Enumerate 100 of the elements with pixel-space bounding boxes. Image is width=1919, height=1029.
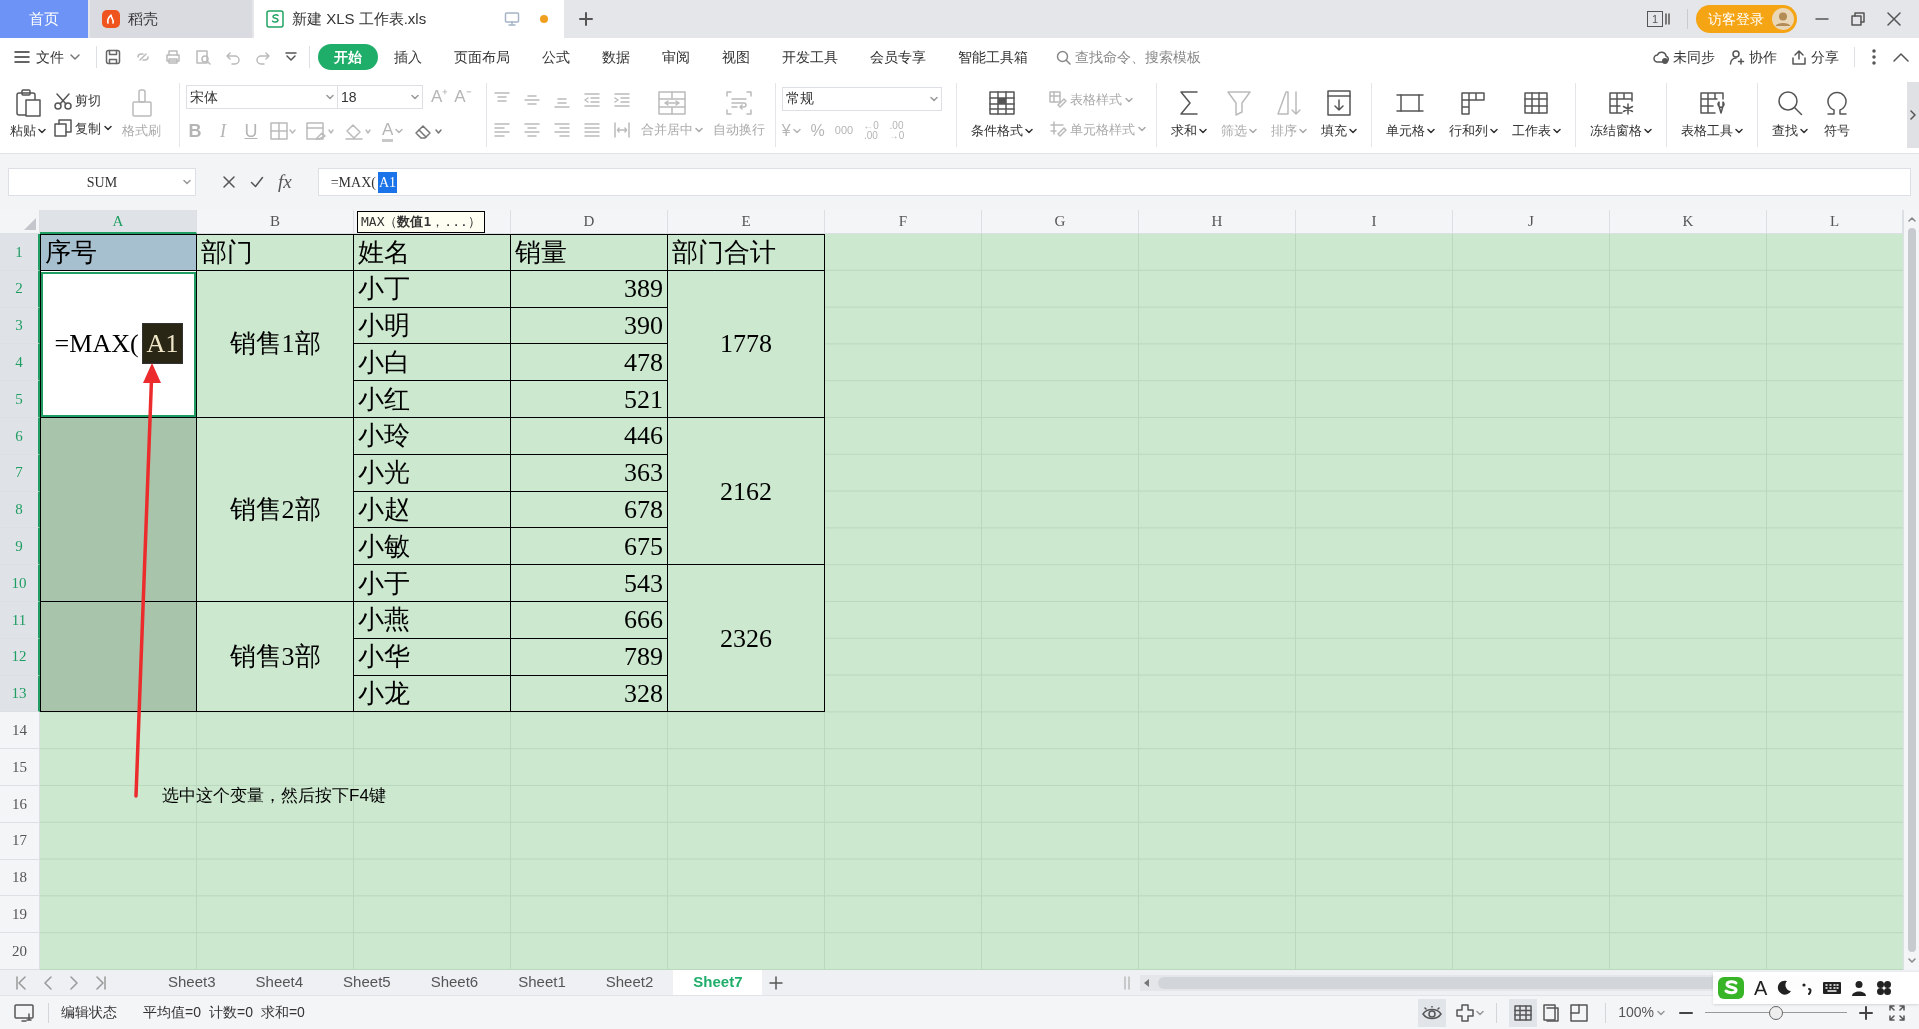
column-header[interactable]: B (197, 210, 354, 234)
sheet-tab[interactable]: Sheet4 (235, 970, 324, 995)
person-icon[interactable] (1851, 980, 1868, 996)
ribbon-tab[interactable]: 开发工具 (766, 44, 854, 70)
tool-button[interactable]: 工作表 (1507, 88, 1565, 141)
tool-button[interactable]: 表格工具 (1676, 88, 1747, 141)
fullscreen-icon[interactable] (1889, 1004, 1905, 1021)
insert-function-button[interactable]: fx (278, 167, 292, 197)
row-header[interactable]: 20 (0, 933, 40, 970)
cut-button[interactable]: 剪切 (54, 91, 112, 111)
ime-toolbar[interactable]: A (1713, 972, 1919, 1004)
redo-icon[interactable] (255, 49, 271, 65)
column-header[interactable]: D (511, 210, 668, 234)
scroll-left-icon[interactable] (1144, 978, 1150, 987)
row-header[interactable]: 16 (0, 785, 40, 823)
tool-button[interactable]: 条件格式 (966, 88, 1037, 141)
ribbon-scroll-button[interactable] (1907, 81, 1919, 148)
ribbon-tab[interactable]: 插入 (378, 44, 438, 70)
column-header[interactable]: I (1296, 210, 1453, 234)
ribbon-tab[interactable]: 数据 (586, 44, 646, 70)
next-sheet-icon[interactable] (70, 975, 78, 990)
window-count[interactable]: 1 (1646, 11, 1663, 27)
punctuation-icon[interactable] (1801, 981, 1814, 995)
file-menu[interactable]: 文件 (14, 46, 88, 68)
monitor-icon[interactable] (504, 11, 520, 27)
column-header[interactable]: G (982, 210, 1139, 234)
clover-icon[interactable] (1876, 980, 1893, 996)
paste-button[interactable]: 粘贴 (8, 88, 48, 141)
ribbon-tab[interactable]: 公式 (526, 44, 586, 70)
column-header[interactable]: E (668, 210, 825, 234)
column-header[interactable]: H (1139, 210, 1296, 234)
column-header[interactable]: L (1767, 210, 1903, 234)
tool-button[interactable]: 行和列 (1444, 88, 1502, 141)
collapse-icon[interactable] (1893, 52, 1909, 62)
cancel-icon[interactable] (222, 175, 236, 189)
last-sheet-icon[interactable] (96, 975, 106, 990)
keyboard-icon[interactable] (1822, 981, 1843, 995)
scroll-down-icon[interactable] (1907, 958, 1916, 964)
search-field[interactable]: 查找命令、搜索模板 (1075, 46, 1225, 68)
tool-button[interactable]: 单元格 (1381, 88, 1439, 141)
previous-sheet-icon[interactable] (44, 975, 52, 990)
print-preview-icon[interactable] (195, 49, 211, 65)
scrollbar-thumb[interactable] (1907, 228, 1916, 952)
sheet-tab[interactable]: Sheet2 (585, 970, 674, 995)
slider-thumb[interactable] (1769, 1005, 1783, 1020)
toolbar-action[interactable]: 协作 (1722, 46, 1784, 68)
first-sheet-icon[interactable] (16, 975, 26, 990)
row-header[interactable]: 19 (0, 896, 40, 934)
toolbar-action[interactable]: 未同步 (1646, 46, 1722, 68)
scroll-up-icon[interactable] (1907, 216, 1916, 222)
copy-button[interactable]: 复制 (54, 118, 112, 138)
tool-button[interactable]: 求和 (1166, 88, 1211, 141)
cell-editor[interactable]: =MAX( A1 (40, 270, 197, 418)
close-icon[interactable] (1887, 12, 1901, 26)
ribbon-tab[interactable]: 页面布局 (438, 44, 526, 70)
distribute-icon[interactable] (612, 120, 631, 139)
zoom-in-icon[interactable] (1859, 1005, 1873, 1020)
eraser-icon[interactable] (413, 122, 444, 141)
sheet-tab[interactable]: Sheet1 (498, 970, 586, 995)
chevron-down-icon[interactable] (285, 52, 297, 62)
sheet-tab[interactable]: Sheet5 (323, 970, 411, 995)
restore-icon[interactable] (1851, 12, 1865, 26)
check-icon[interactable] (250, 175, 264, 189)
normal-view-button[interactable] (1509, 998, 1538, 1027)
ribbon-tab[interactable]: 视图 (706, 44, 766, 70)
ribbon-tab[interactable]: 会员专享 (854, 44, 942, 70)
column-header[interactable]: J (1453, 210, 1610, 234)
printer-icon[interactable] (165, 49, 181, 65)
document-tab[interactable]: 新建 XLS 工作表.xls (254, 0, 564, 38)
tool-button[interactable]: 填充 (1316, 88, 1361, 141)
formula-input[interactable]: =MAX( A1 (317, 168, 1911, 196)
ribbon-tab[interactable]: 智能工具箱 (942, 44, 1044, 70)
save-icon[interactable] (105, 49, 121, 65)
store-tab[interactable]: 稻壳 (90, 0, 252, 38)
moon-icon[interactable] (1776, 980, 1793, 996)
tool-button[interactable]: 查找 (1767, 88, 1812, 141)
zoom-level-button[interactable]: 100% (1618, 1002, 1665, 1023)
sheet-tab[interactable]: Sheet6 (410, 970, 499, 995)
undo-icon[interactable] (225, 49, 241, 65)
ime-mode[interactable]: A (1754, 973, 1768, 1003)
row-header[interactable]: 15 (0, 749, 40, 786)
cell-fill-icon[interactable] (306, 122, 334, 141)
more-icon[interactable] (1871, 49, 1877, 65)
row-header[interactable]: 18 (0, 859, 40, 897)
zoom-slider[interactable] (1705, 1004, 1847, 1021)
column-header[interactable]: F (825, 210, 982, 234)
border-grid-icon[interactable] (270, 122, 296, 141)
name-box[interactable]: SUM (8, 168, 196, 196)
ribbon-tab[interactable]: 审阅 (646, 44, 706, 70)
sheet-tab[interactable]: Sheet3 (148, 970, 236, 995)
toolbar-action[interactable]: 分享 (1784, 46, 1846, 68)
column-header[interactable]: K (1610, 210, 1767, 234)
row-header[interactable]: 14 (0, 712, 40, 750)
eye-protection-button[interactable] (1418, 998, 1447, 1027)
row-header[interactable]: 17 (0, 822, 40, 860)
tool-button[interactable]: 冻结窗格 (1585, 88, 1656, 141)
paint-bucket-icon[interactable] (344, 122, 372, 141)
reading-mode-button[interactable] (1456, 1003, 1485, 1022)
zoom-out-icon[interactable] (1679, 1010, 1693, 1015)
tool-button[interactable]: 符号 (1817, 88, 1856, 141)
